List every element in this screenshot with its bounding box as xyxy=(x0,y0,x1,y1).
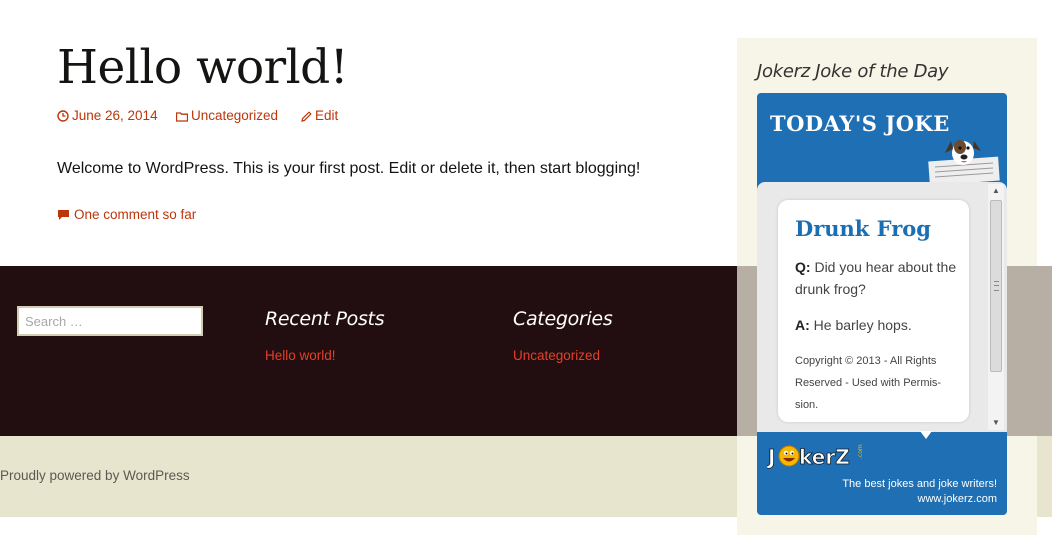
recent-post-link[interactable]: Hello world! xyxy=(265,348,336,363)
post-category-link[interactable]: Uncategorized xyxy=(175,108,279,123)
search-input[interactable] xyxy=(17,306,203,336)
joke-question: Q: Did you hear about the drunk frog? xyxy=(795,256,960,300)
post-category: Uncategorized xyxy=(191,108,279,123)
joke-scrollbar[interactable]: ▲ ▼ xyxy=(988,184,1004,430)
svg-text:.com: .com xyxy=(857,444,864,459)
dog-newspaper-image xyxy=(928,140,1000,183)
svg-text:kerZ: kerZ xyxy=(799,445,850,469)
sidebar-widget-title: Jokerz Joke of the Day xyxy=(757,61,949,82)
joke-card: Drunk Frog Q: Did you hear about the dru… xyxy=(778,200,969,422)
joke-copyright: Copyright © 2013 - All Rights Reserved -… xyxy=(795,355,942,411)
post-edit-label: Edit xyxy=(315,108,339,123)
jokerz-tagline[interactable]: The best jokes and joke writers! www.jok… xyxy=(842,477,997,507)
joke-scroll-area[interactable]: Drunk Frog Q: Did you hear about the dru… xyxy=(757,182,1007,432)
joke-title: Drunk Frog xyxy=(795,216,931,241)
tagline-url[interactable]: www.jokerz.com xyxy=(842,492,997,507)
answer-prefix: A: xyxy=(795,317,810,333)
folder-icon xyxy=(175,112,189,122)
post-title[interactable]: Hello world! xyxy=(57,40,349,95)
comments-link[interactable]: One comment so far xyxy=(57,207,196,222)
joke-answer: A: He barley hops. xyxy=(795,314,960,336)
answer-text: He barley hops. xyxy=(813,317,912,333)
jokerz-logo[interactable]: J kerZ .com xyxy=(767,441,871,471)
joke-widget: TODAY'S JOKE Drunk Frog Q: Did you hear … xyxy=(757,93,1007,515)
question-text: Did you hear about the drunk frog? xyxy=(795,259,957,297)
post-content: Welcome to WordPress. This is your first… xyxy=(57,160,641,177)
clock-icon xyxy=(57,110,69,122)
comment-bubble-icon xyxy=(58,210,69,220)
post-date-link[interactable]: June 26, 2014 xyxy=(57,108,158,123)
question-prefix: Q: xyxy=(795,259,811,275)
todays-joke-heading: TODAY'S JOKE xyxy=(770,111,950,136)
scroll-grip-icon xyxy=(994,281,999,291)
scrollbar-thumb[interactable] xyxy=(990,200,1002,372)
category-link[interactable]: Uncategorized xyxy=(513,348,600,363)
scroll-down-arrow-icon[interactable]: ▼ xyxy=(988,416,1004,430)
categories-title: Categories xyxy=(513,308,613,330)
scroll-up-arrow-icon[interactable]: ▲ xyxy=(988,184,1004,198)
post-date: June 26, 2014 xyxy=(72,108,158,123)
comments-label: One comment so far xyxy=(74,207,197,222)
tagline-text: The best jokes and joke writers! xyxy=(842,478,997,490)
powered-by-link[interactable]: Proudly powered by WordPress xyxy=(0,468,190,483)
speech-bubble-tail xyxy=(920,431,932,439)
svg-text:J: J xyxy=(767,445,775,469)
recent-posts-title: Recent Posts xyxy=(265,308,385,330)
pencil-icon xyxy=(301,111,312,122)
post-edit-link[interactable]: Edit xyxy=(301,108,338,123)
